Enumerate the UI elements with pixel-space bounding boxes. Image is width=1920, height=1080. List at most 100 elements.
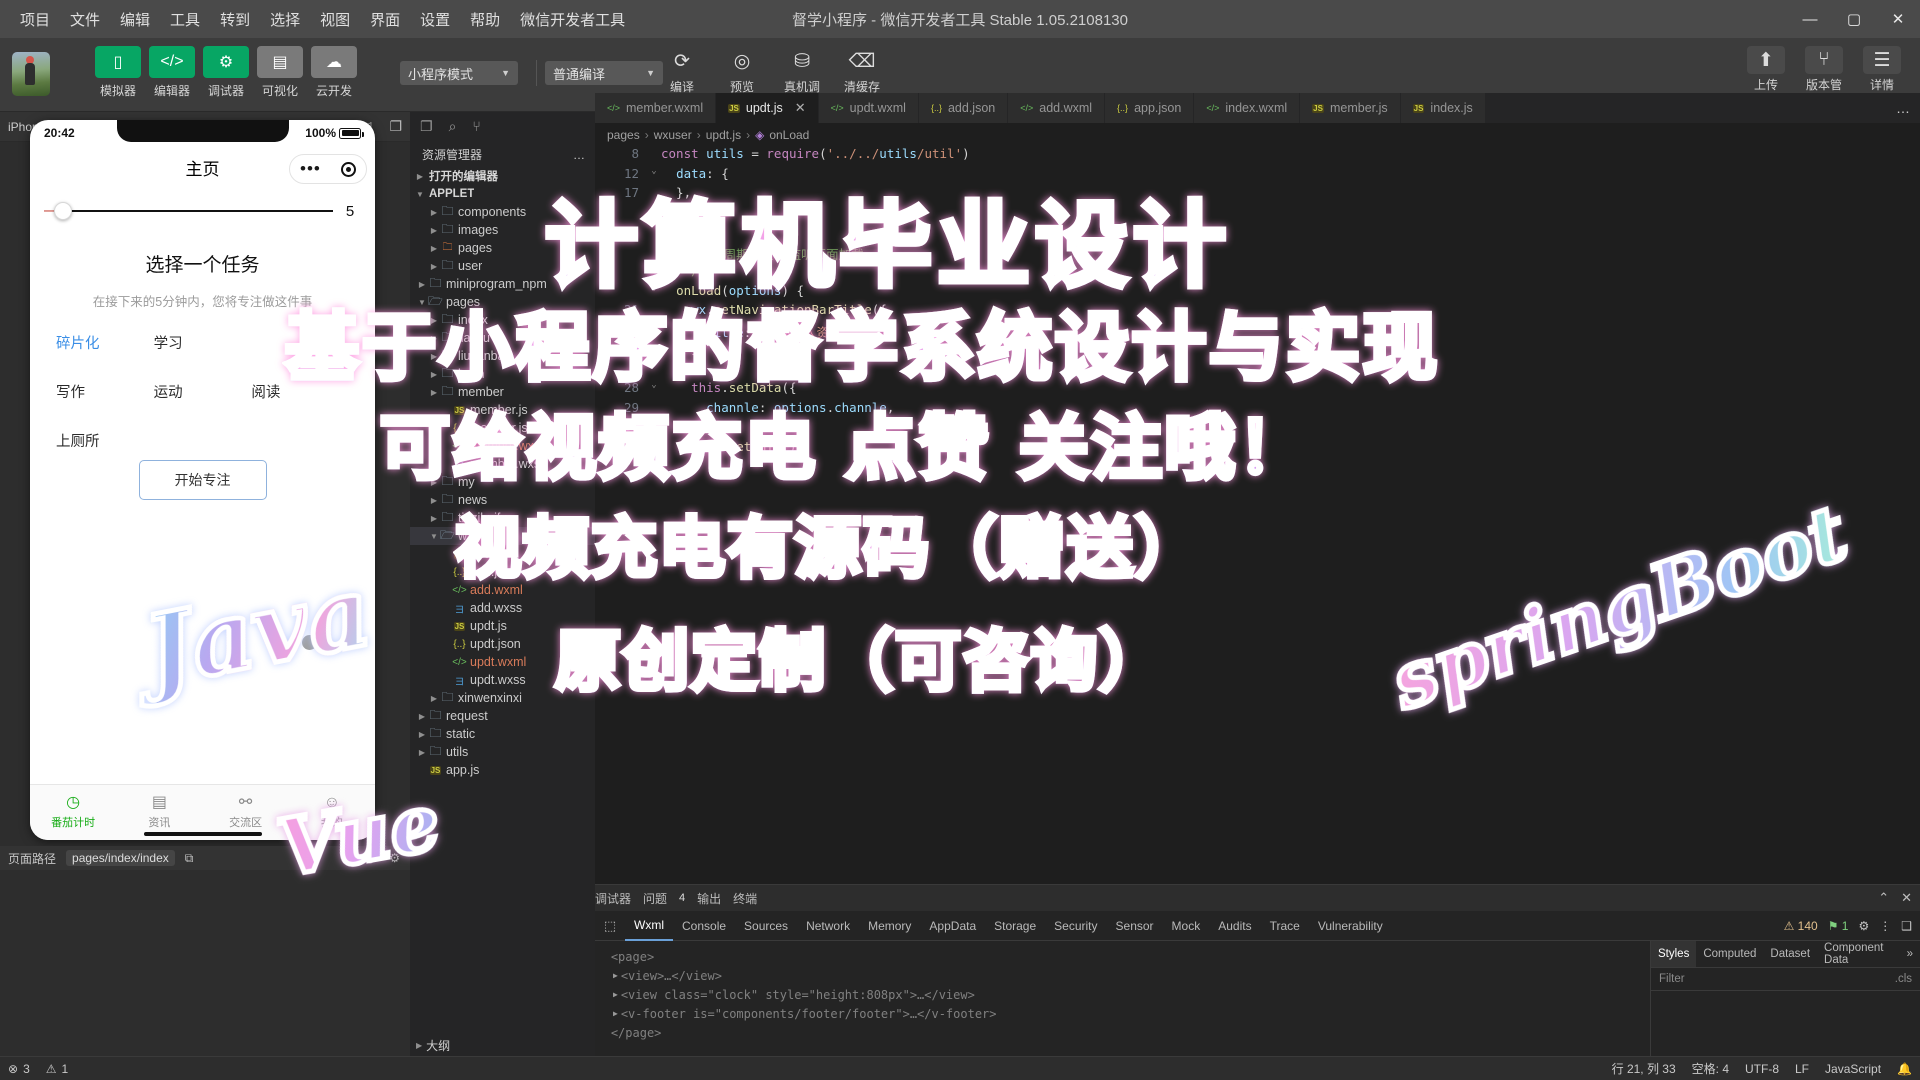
start-focus-button[interactable]: 开始专注 <box>138 460 267 500</box>
tool-debugger[interactable]: ⚙ 调试器 <box>203 46 249 99</box>
compile-select[interactable]: 普通编译 ▼ <box>545 61 663 85</box>
fold-toggle[interactable] <box>647 341 661 361</box>
breadcrumb-item-1[interactable]: wxuser <box>654 128 692 142</box>
fold-toggle[interactable] <box>647 419 661 439</box>
code-content[interactable]: 8 const utils = require('../../utils/util… <box>595 146 1920 861</box>
menu-item-tools[interactable]: 工具 <box>160 5 210 34</box>
tree-item-pages[interactable]: ▼ 🗁 pages <box>410 293 595 311</box>
tabbar-item-timer[interactable]: ◷ 番茄计时 <box>30 785 116 840</box>
panel-collapse-icon[interactable]: ⌃ <box>1878 890 1889 906</box>
tree-item-add-js[interactable]: JS add.js <box>410 545 595 563</box>
breadcrumb-item-3[interactable]: onLoad <box>769 128 809 142</box>
tree-section-open-editors[interactable]: ▶ 打开的编辑器 <box>410 167 595 185</box>
devtools-tab-mock[interactable]: Mock <box>1163 911 1210 941</box>
close-button[interactable]: ✕ <box>1876 0 1920 38</box>
editor-tab-updt-js[interactable]: JS updt.js ✕ <box>716 93 819 123</box>
mode-select[interactable]: 小程序模式 ▼ <box>400 61 518 85</box>
copy-icon[interactable]: ⧉ <box>185 851 194 866</box>
tree-item-updt-wxml[interactable]: </> updt.wxml <box>410 653 595 671</box>
files-icon[interactable]: ❐ <box>420 118 433 135</box>
wxml-tree[interactable]: <page> ▶ <view>…</view> ▶ <view class="clock… <box>595 941 1650 1056</box>
menu-item-help[interactable]: 帮助 <box>460 5 510 34</box>
tree-item-member-wxss[interactable]: ヨ member.wxss <box>410 455 595 473</box>
devtools-tab-trace[interactable]: Trace <box>1261 911 1309 941</box>
tree-item-request[interactable]: ▶ 🗀 request <box>410 707 595 725</box>
devtools-tab-memory[interactable]: Memory <box>859 911 920 941</box>
tool-visual[interactable]: ▤ 可视化 <box>257 46 303 99</box>
menu-item-settings[interactable]: 设置 <box>410 5 460 34</box>
tree-item-member-wxml[interactable]: </> member.wxml 3 <box>410 437 595 455</box>
gear-icon[interactable]: ⚙ <box>1858 919 1869 933</box>
devtools-panel-tab-terminal[interactable]: 终端 <box>733 890 757 907</box>
fold-toggle[interactable] <box>647 263 661 283</box>
status-indentation[interactable]: 空格: 4 <box>1684 1060 1737 1077</box>
tree-item-updt-json[interactable]: {..} updt.json <box>410 635 595 653</box>
task-item-0-1[interactable]: 学习 <box>154 332 252 353</box>
slider-track[interactable] <box>54 202 333 220</box>
search-icon[interactable]: ⌕ <box>449 118 457 135</box>
menu-item-wechat-devtools[interactable]: 微信开发者工具 <box>510 5 635 34</box>
slider-knob[interactable] <box>54 202 72 220</box>
status-eol[interactable]: LF <box>1787 1062 1817 1076</box>
devtools-tab-wxml[interactable]: Wxml <box>625 911 673 941</box>
task-item-0-0[interactable]: 碎片化 <box>56 332 154 353</box>
fold-toggle[interactable] <box>647 400 661 420</box>
dock-icon[interactable]: ❑ <box>1901 919 1912 933</box>
devtools-tab-storage[interactable]: Storage <box>985 911 1045 941</box>
styles-tab-computed[interactable]: Computed <box>1696 941 1763 967</box>
devtools-more-icon[interactable]: ⋮ <box>1879 919 1891 933</box>
devtools-tab-sources[interactable]: Sources <box>735 911 797 941</box>
close-icon[interactable]: ✕ <box>795 100 806 116</box>
task-item-1-1[interactable]: 运动 <box>154 381 252 402</box>
menu-item-view[interactable]: 视图 <box>310 5 360 34</box>
warning-icon[interactable]: ⚠ 140 <box>1784 919 1818 933</box>
editor-tab-index-wxml[interactable]: </> index.wxml <box>1194 93 1301 123</box>
tree-item-static[interactable]: ▶ 🗀 static <box>410 725 595 743</box>
tree-item-xinwenxinxi[interactable]: ▶ 🗀 xinwenxinxi <box>410 689 595 707</box>
fold-toggle[interactable] <box>647 146 661 166</box>
chevron-right-icon[interactable]: ▶ <box>613 1009 618 1018</box>
styles-tab-component-data[interactable]: Component Data <box>1817 941 1900 967</box>
chevron-right-icon[interactable]: ▶ <box>613 971 618 980</box>
editor-tab-index-js[interactable]: JS index.js <box>1400 93 1486 123</box>
panel-close-icon[interactable]: ✕ <box>1901 890 1912 906</box>
task-item-1-2[interactable]: 阅读 <box>251 381 349 402</box>
tree-item-login[interactable]: ▶ 🗀 login <box>410 365 595 383</box>
tree-section-applet[interactable]: ▼ APPLET <box>410 185 595 203</box>
task-item-1-0[interactable]: 写作 <box>56 381 154 402</box>
tree-item-jiaoliu[interactable]: ▶ 🗀 jiaoliu <box>410 329 595 347</box>
task-item-0-2[interactable] <box>251 332 349 353</box>
capsule-button[interactable]: ••• <box>289 154 367 184</box>
fold-toggle[interactable] <box>647 439 661 459</box>
multi-icon[interactable]: ❐ <box>389 118 402 135</box>
chevron-right-icon[interactable]: ▶ <box>613 990 618 999</box>
devtools-tab-sensor[interactable]: Sensor <box>1107 911 1163 941</box>
more-dots-icon[interactable]: ••• <box>300 160 321 177</box>
status-language[interactable]: JavaScript <box>1817 1062 1889 1076</box>
source-control-icon[interactable]: ⑂ <box>472 118 480 134</box>
status-encoding[interactable]: UTF-8 <box>1737 1062 1787 1076</box>
styles-filter-row[interactable]: Filter .cls <box>1651 967 1920 991</box>
tree-item-updt-js[interactable]: JS updt.js <box>410 617 595 635</box>
duration-slider-row[interactable]: — 5 <box>30 188 375 220</box>
tool-editor[interactable]: </> 编辑器 <box>149 46 195 99</box>
maximize-button[interactable]: ▢ <box>1832 0 1876 38</box>
tree-item-member[interactable]: ▶ 🗀 member <box>410 383 595 401</box>
fold-toggle[interactable]: ⌄ <box>647 166 661 186</box>
tree-item-add-json[interactable]: {..} add.json <box>410 563 595 581</box>
tool-simulator[interactable]: ▯ 模拟器 <box>95 46 141 99</box>
tree-item-images[interactable]: ▶ 🗀 images <box>410 221 595 239</box>
menu-item-select[interactable]: 选择 <box>260 5 310 34</box>
tree-item-member-js[interactable]: JS member.js <box>410 401 595 419</box>
fold-toggle[interactable] <box>647 302 661 322</box>
status-warnings[interactable]: ⚠ 1 <box>38 1062 76 1076</box>
fold-toggle[interactable] <box>647 244 661 264</box>
wxml-node[interactable]: <page> <box>603 947 1642 966</box>
editor-tab-add-wxml[interactable]: </> add.wxml <box>1008 93 1106 123</box>
breadcrumb-item-2[interactable]: updt.js <box>706 128 741 142</box>
error-flag-icon[interactable]: ⚑ 1 <box>1828 919 1849 933</box>
menu-item-file[interactable]: 文件 <box>60 5 110 34</box>
tree-item-news[interactable]: ▶ 🗀 news <box>410 491 595 509</box>
inspect-icon[interactable]: ⬚ <box>595 918 625 934</box>
wxml-node[interactable]: ▶ <view class="clock" style="height:808px… <box>603 985 1642 1004</box>
